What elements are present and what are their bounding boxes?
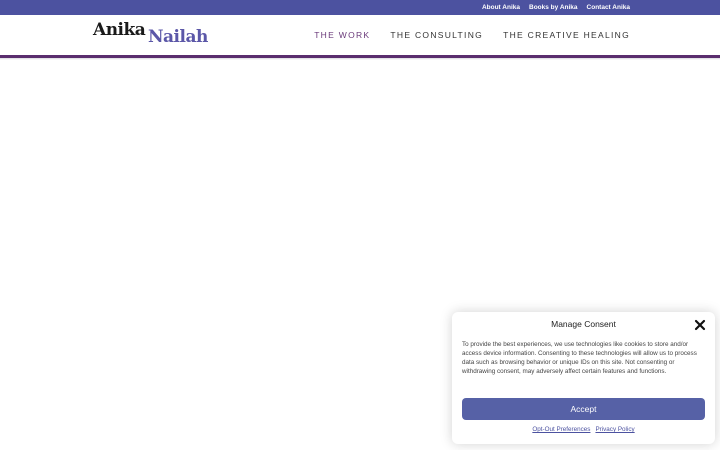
top-bar: About Anika Books by Anika Contact Anika [0,0,720,15]
site-logo[interactable]: Anika Nailah [93,20,213,50]
nav-item-the-work[interactable]: THE WORK [314,30,370,40]
close-icon[interactable] [694,318,706,331]
consent-body: To provide the best experiences, we use … [462,341,697,375]
logo-word-nailah: Nailah [148,27,208,47]
top-links: About Anika Books by Anika Contact Anika [482,0,630,15]
consent-links: Opt-Out Preferences Privacy Policy [452,426,715,433]
books-by-anika-link[interactable]: Books by Anika [529,4,578,11]
main-nav: THE WORK THE CONSULTING THE CREATIVE HEA… [314,15,630,55]
header-shadow [0,58,720,60]
nav-item-the-consulting[interactable]: THE CONSULTING [390,30,483,40]
nav-item-the-creative-healing[interactable]: THE CREATIVE HEALING [503,30,630,40]
consent-dialog: Manage Consent To provide the best exper… [452,312,715,444]
privacy-policy-link[interactable]: Privacy Policy [595,426,634,433]
logo-word-anika: Anika [93,20,146,40]
about-anika-link[interactable]: About Anika [482,4,520,11]
opt-out-preferences-link[interactable]: Opt-Out Preferences [532,426,590,433]
accept-button[interactable]: Accept [462,398,705,420]
contact-anika-link[interactable]: Contact Anika [587,4,630,11]
consent-title: Manage Consent [551,319,616,329]
